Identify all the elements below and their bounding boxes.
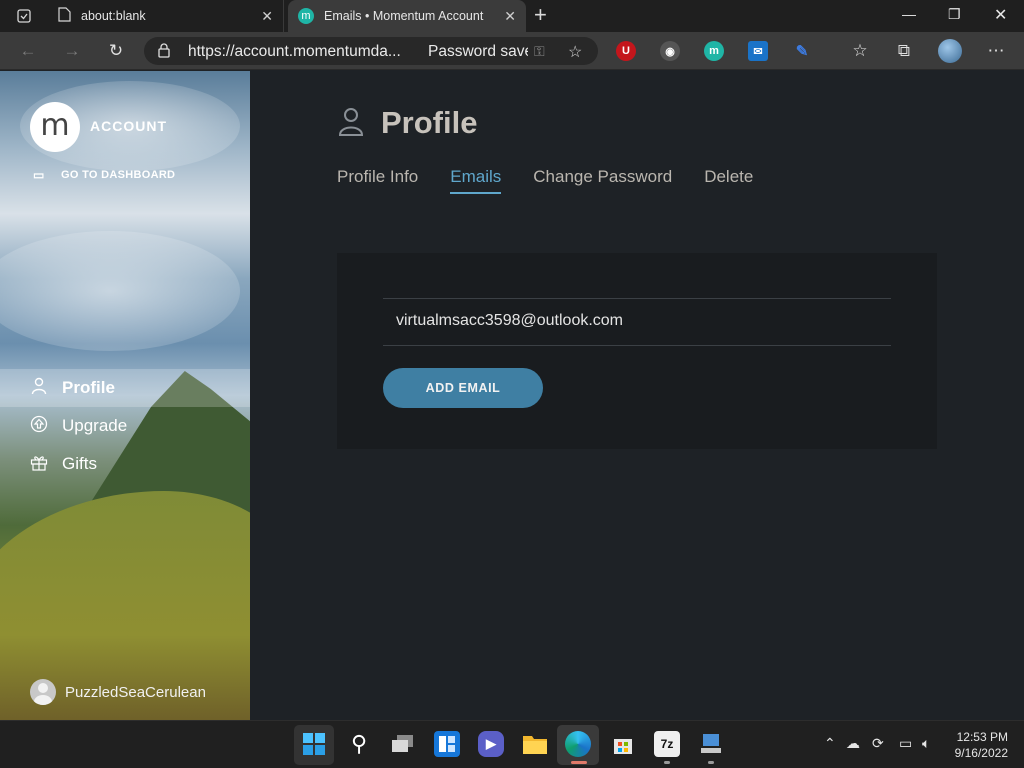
minimize-icon[interactable]: — [902, 6, 916, 22]
windows-start-icon[interactable] [301, 731, 327, 757]
refresh-icon[interactable]: ↻ [106, 41, 126, 61]
network-icon[interactable]: ▭ [899, 735, 912, 752]
profile-avatar-icon[interactable] [938, 39, 962, 63]
browser-toolbar: ← → ↻ https://account.momentumda... Pass… [0, 32, 1024, 70]
sidebar-item-upgrade[interactable]: Upgrade [0, 407, 250, 445]
forward-icon[interactable]: → [62, 41, 82, 61]
go-to-dashboard-link[interactable]: ▭ GO TO DASHBOARD [33, 168, 175, 182]
store-icon[interactable] [610, 731, 636, 757]
go-to-dashboard-label: GO TO DASHBOARD [61, 169, 176, 181]
tab-title: about:blank [81, 9, 146, 23]
glasses-extension-icon[interactable]: ◉ [660, 41, 680, 61]
page-title: Profile [381, 105, 478, 140]
volume-icon[interactable]: 🔈︎ [922, 735, 930, 752]
avatar [30, 679, 56, 705]
sidebar-item-label: Profile [62, 378, 115, 397]
favorites-icon[interactable]: ☆ [850, 41, 870, 61]
momentum-account-page: m ACCOUNT ▭ GO TO DASHBOARD Profile Upgr… [0, 71, 1024, 720]
chevron-up-icon[interactable]: ⌃ [824, 735, 836, 752]
close-tab-icon[interactable]: ✕ [261, 9, 273, 23]
windows-taskbar: ⚲ ▶ 7z ⌃ ☁ ⟳ ▭ 🔈︎ 12:53 PM 9/16/2022 [0, 720, 1024, 768]
password-saved-status[interactable]: Password save [428, 43, 528, 61]
address-bar[interactable]: https://account.momentumda... Password s… [144, 37, 598, 65]
emails-card: virtualmsacc3598@outlook.com ADD EMAIL [337, 253, 937, 449]
edge-browser-icon[interactable] [565, 731, 591, 757]
sidebar-item-gifts[interactable]: Gifts [0, 445, 250, 483]
new-tab-icon[interactable]: + [534, 4, 547, 26]
ublock-extension-icon[interactable]: U [616, 41, 636, 61]
clock-time[interactable]: 12:53 PM [957, 730, 1008, 744]
user-account[interactable]: PuzzledSeaCerulean [30, 679, 206, 705]
close-window-icon[interactable]: ✕ [994, 5, 1007, 25]
chat-icon[interactable]: ▶ [478, 731, 504, 757]
sync-icon[interactable]: ⟳ [872, 735, 884, 752]
account-label: ACCOUNT [90, 118, 167, 134]
momentum-logo[interactable]: m [30, 102, 80, 152]
browser-tab-bar: about:blank ✕ m Emails • Momentum Accoun… [0, 0, 1024, 32]
file-explorer-icon[interactable] [522, 731, 548, 757]
remote-desktop-icon[interactable] [698, 731, 724, 757]
tab-delete[interactable]: Delete [704, 167, 753, 194]
tab-about-blank[interactable]: about:blank ✕ [48, 0, 284, 32]
pen-extension-icon[interactable]: ✎ [792, 41, 812, 61]
clock-date[interactable]: 9/16/2022 [955, 746, 1008, 760]
add-email-button[interactable]: ADD EMAIL [383, 368, 543, 408]
close-tab-icon[interactable]: ✕ [504, 9, 516, 23]
momentum-favicon-icon: m [298, 8, 314, 24]
gift-icon [30, 454, 48, 475]
onedrive-icon[interactable]: ☁ [846, 735, 860, 752]
sidebar-item-profile[interactable]: Profile [0, 369, 250, 407]
username: PuzzledSeaCerulean [65, 683, 206, 701]
search-icon[interactable]: ⚲ [346, 731, 372, 757]
tab-emails-momentum[interactable]: m Emails • Momentum Account ✕ [288, 0, 526, 32]
key-icon[interactable]: ⚿ [534, 43, 545, 60]
tab-actions-icon[interactable] [8, 6, 40, 26]
lock-icon[interactable] [158, 43, 170, 63]
widgets-icon[interactable] [434, 731, 460, 757]
tab-profile-info[interactable]: Profile Info [337, 167, 418, 194]
page-icon [58, 7, 71, 25]
sidebar: m ACCOUNT ▭ GO TO DASHBOARD Profile Upgr… [0, 71, 250, 720]
user-icon [30, 377, 48, 399]
edge-running-indicator [571, 761, 587, 764]
add-favorite-icon[interactable]: ☆ [568, 42, 582, 62]
more-menu-icon[interactable]: ⋯ [986, 41, 1006, 61]
tab-emails[interactable]: Emails [450, 167, 502, 194]
momentum-extension-icon[interactable]: m [704, 41, 724, 61]
tab-change-password[interactable]: Change Password [533, 167, 672, 194]
profile-icon [338, 107, 364, 144]
7zip-running-indicator [664, 761, 670, 764]
sidebar-item-label: Gifts [62, 454, 97, 473]
tab-title: Emails • Momentum Account [324, 9, 484, 23]
7zip-icon[interactable]: 7z [654, 731, 680, 757]
remote-desktop-running-indicator [708, 761, 714, 764]
task-view-icon[interactable] [390, 731, 416, 757]
back-icon[interactable]: ← [18, 41, 38, 61]
profile-tabs: Profile Info Emails Change Password Dele… [337, 167, 785, 194]
sidebar-background-cloud [0, 231, 240, 351]
sidebar-item-label: Upgrade [62, 416, 128, 435]
dashboard-icon: ▭ [33, 168, 45, 182]
restore-icon[interactable]: ❐ [948, 6, 961, 23]
collections-icon[interactable]: ⧉ [894, 41, 914, 61]
url-text[interactable]: https://account.momentumda... [188, 43, 401, 61]
outlook-extension-icon[interactable]: ✉ [748, 41, 768, 61]
email-field[interactable]: virtualmsacc3598@outlook.com [383, 298, 891, 346]
upgrade-icon [30, 415, 48, 437]
